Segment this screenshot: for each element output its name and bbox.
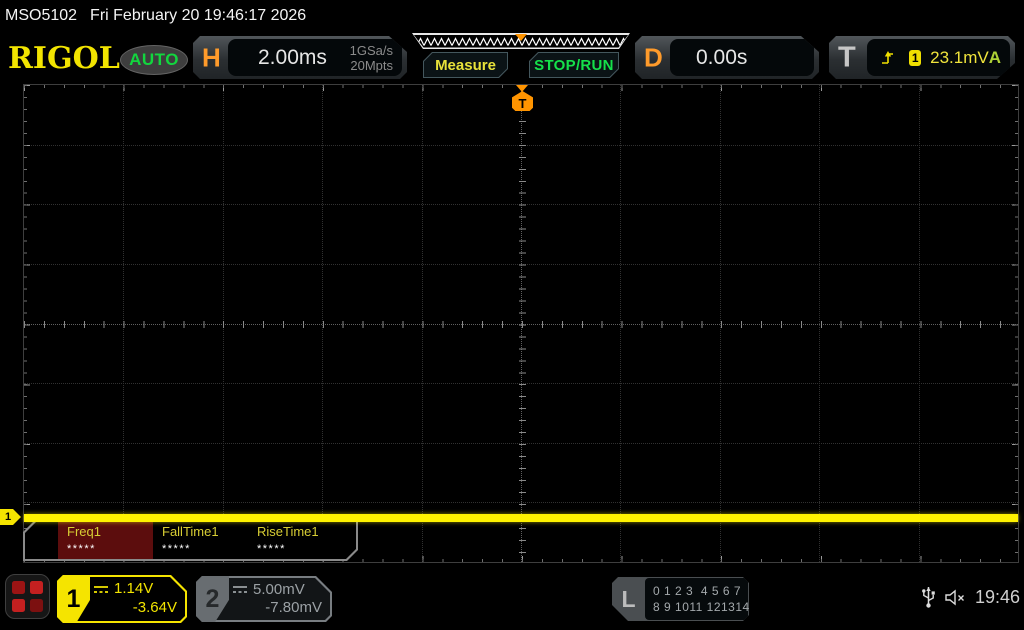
trigger-panel[interactable]: T 1 23.1mV A — [829, 36, 1015, 79]
logic-analyzer-box[interactable]: L 0 1 2 3 4 5 6 7 8 9 1011 12131415 — [612, 577, 749, 621]
channel1-scale: 1.14V — [114, 580, 154, 597]
horizontal-panel[interactable]: H 2.00ms 1GSa/s 20Mpts — [193, 36, 407, 79]
trigger-position-arrow-icon[interactable] — [516, 85, 528, 92]
timebase-value: 2.00ms — [258, 45, 327, 69]
delay-label: D — [644, 42, 663, 72]
logic-row1: 0 1 2 3 4 5 6 7 — [653, 584, 742, 598]
sample-rate: 1GSa/s — [349, 42, 393, 58]
horizontal-label: H — [202, 42, 221, 72]
delay-panel[interactable]: D 0.00s — [635, 36, 819, 79]
system-tray: 19:46 — [921, 585, 1020, 609]
measurement-cell-falltime1[interactable]: FallTime1 ***** — [153, 520, 248, 559]
rising-edge-icon — [880, 50, 893, 66]
measurement-label: RiseTime1 — [257, 524, 319, 539]
graticule: T — [23, 84, 1019, 563]
trigger-level-value: 23.1mV — [930, 47, 989, 67]
trigger-source-badge: 1 — [909, 50, 921, 66]
logic-channels: 0 1 2 3 4 5 6 7 8 9 1011 12131415 — [645, 578, 748, 620]
channel2-offset: -7.80mV — [265, 599, 322, 616]
measure-button[interactable]: Measure — [423, 52, 508, 78]
acquisition-info: 1GSa/s 20Mpts — [350, 43, 393, 73]
model-name: MSO5102 — [5, 7, 78, 24]
channel1-box[interactable]: 1 1.14V -3.64V — [57, 575, 187, 623]
measurement-value: ***** — [257, 543, 286, 555]
memory-depth: 20Mpts — [350, 57, 393, 73]
dc-coupling-icon — [232, 584, 248, 594]
measurement-value: ***** — [162, 543, 191, 555]
logic-row2: 8 9 1011 12131415 — [653, 600, 765, 614]
trigger-label: T — [838, 41, 856, 73]
status-bar: MSO5102 Fri February 20 19:46:17 2026 — [5, 4, 306, 28]
channel2-values: 5.00mV -7.80mV — [232, 579, 326, 619]
measurement-cell-risetime1[interactable]: RiseTime1 ***** — [248, 520, 343, 559]
stop-run-button[interactable]: STOP/RUN — [529, 52, 619, 78]
speaker-muted-icon — [945, 589, 964, 605]
stop-run-button-label: STOP/RUN — [530, 53, 618, 77]
channel2-box[interactable]: 2 5.00mV -7.80mV — [196, 576, 332, 622]
trigger-position-marker[interactable]: T — [512, 91, 533, 111]
channel1-values: 1.14V -3.64V — [93, 578, 181, 620]
trigger-inner: 1 23.1mV A — [867, 39, 1010, 76]
channel2-scale: 5.00mV — [253, 580, 305, 598]
delay-inner: 0.00s — [670, 39, 814, 76]
measurement-value: ***** — [67, 543, 96, 555]
clock: 19:46 — [974, 586, 1020, 607]
delay-value: 0.00s — [696, 45, 748, 69]
trigger-status-badge: AUTO — [120, 45, 188, 75]
dc-coupling-icon — [93, 584, 109, 594]
graticule-center-v-ticks — [519, 85, 526, 562]
measurement-label: FallTime1 — [162, 524, 219, 539]
waveform-preview-strip[interactable] — [412, 33, 630, 49]
rigol-logo: RIGOL — [8, 41, 120, 76]
preview-position-marker-icon — [515, 34, 527, 41]
trigger-sweep-mode: A — [988, 47, 1001, 67]
logic-label: L — [621, 585, 636, 612]
measure-button-label: Measure — [424, 53, 507, 77]
app-grid-icon[interactable] — [5, 574, 50, 619]
datetime: Fri February 20 19:46:17 2026 — [90, 7, 307, 24]
channel1-level-marker[interactable]: 1 — [0, 509, 21, 525]
measurement-overlay: Freq1 ***** FallTime1 ***** RiseTime1 **… — [23, 518, 358, 561]
usb-icon — [922, 587, 935, 608]
oscilloscope-screen: MSO5102 Fri February 20 19:46:17 2026 RI… — [0, 0, 1024, 630]
measurement-cell-freq1[interactable]: Freq1 ***** — [58, 520, 153, 559]
channel1-offset: -3.64V — [132, 599, 177, 616]
channel1-trace — [24, 514, 1018, 522]
measurement-label: Freq1 — [67, 524, 101, 539]
horizontal-inner: 2.00ms 1GSa/s 20Mpts — [228, 39, 402, 76]
